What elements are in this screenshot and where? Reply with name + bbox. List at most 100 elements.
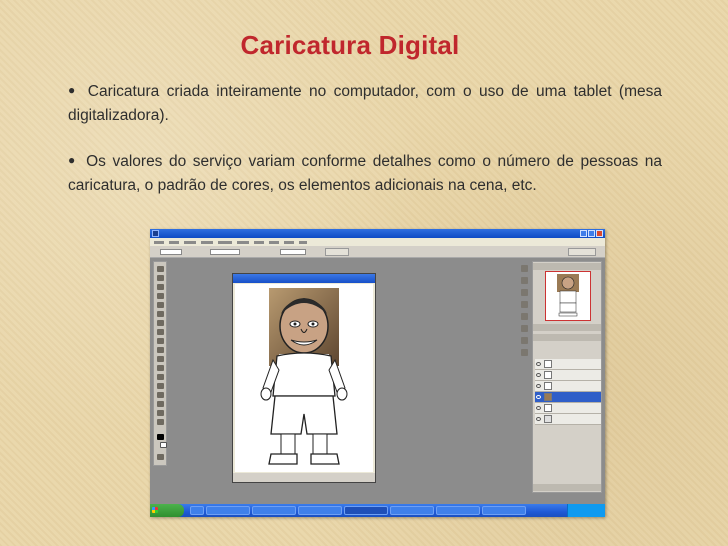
tool-icon[interactable] (157, 293, 164, 299)
menu-bar (150, 238, 605, 246)
minimize-icon[interactable] (580, 230, 587, 237)
layer-thumbnail (544, 415, 552, 423)
layers-panel-tab[interactable] (533, 334, 601, 341)
taskbar-button[interactable] (190, 506, 204, 515)
eye-icon[interactable] (536, 406, 541, 410)
eye-icon[interactable] (536, 395, 541, 399)
tool-icon[interactable] (157, 365, 164, 371)
photoshop-logo-icon (152, 230, 159, 237)
tools-palette (153, 261, 167, 466)
layers-footer-buttons[interactable] (533, 484, 601, 491)
menu-item[interactable] (201, 241, 213, 244)
tool-icon[interactable] (157, 320, 164, 326)
menu-item[interactable] (269, 241, 279, 244)
palette-icon[interactable] (521, 325, 528, 332)
document-titlebar (233, 274, 375, 283)
canvas[interactable] (235, 284, 373, 472)
menu-item[interactable] (184, 241, 196, 244)
menu-item[interactable] (154, 241, 164, 244)
menu-item[interactable] (254, 241, 264, 244)
tool-icon[interactable] (157, 347, 164, 353)
layer-thumbnail (544, 404, 552, 412)
tool-icon[interactable] (157, 284, 164, 290)
start-button[interactable] (150, 504, 184, 517)
navigator-thumbnail[interactable] (545, 271, 591, 321)
palette-well[interactable] (568, 248, 596, 256)
eye-icon[interactable] (536, 373, 541, 377)
caricature-artwork (260, 288, 348, 465)
option-button[interactable] (325, 248, 349, 256)
taskbar-button-active[interactable] (344, 506, 388, 515)
zoom-row[interactable] (533, 324, 601, 331)
taskbar-button[interactable] (436, 506, 480, 515)
navigator-panel-tab[interactable] (533, 263, 601, 270)
bullet-icon: ● (68, 153, 78, 167)
tool-icon[interactable] (157, 392, 164, 398)
menu-item[interactable] (299, 241, 307, 244)
tool-icon[interactable] (157, 266, 164, 272)
foreground-color-swatch[interactable] (157, 434, 164, 440)
layer-row-selected[interactable] (535, 392, 601, 403)
layer-thumbnail (544, 360, 552, 368)
lock-row (533, 350, 601, 357)
palette-icon[interactable] (521, 265, 528, 272)
close-icon[interactable] (596, 230, 603, 237)
taskbar-button[interactable] (482, 506, 526, 515)
menu-item[interactable] (169, 241, 179, 244)
bullet-paragraph-2: ● Os valores do serviço variam conforme … (68, 148, 662, 198)
option-field[interactable] (160, 249, 182, 255)
maximize-icon[interactable] (588, 230, 595, 237)
windows-taskbar (150, 504, 605, 517)
taskbar-button[interactable] (390, 506, 434, 515)
layer-row[interactable] (535, 403, 601, 414)
layer-row[interactable] (535, 381, 601, 392)
tool-icon[interactable] (157, 383, 164, 389)
option-field[interactable] (280, 249, 306, 255)
tool-icon[interactable] (157, 356, 164, 362)
eye-icon[interactable] (536, 362, 541, 366)
tool-icon[interactable] (157, 410, 164, 416)
tool-icon[interactable] (157, 329, 164, 335)
option-field[interactable] (210, 249, 240, 255)
layer-row[interactable] (535, 370, 601, 381)
tool-icon[interactable] (157, 374, 164, 380)
tool-icon[interactable] (157, 302, 164, 308)
tool-icon[interactable] (157, 275, 164, 281)
bullet-icon: ● (68, 83, 79, 97)
menu-item[interactable] (284, 241, 294, 244)
navigator-preview (557, 274, 579, 317)
taskbar-button[interactable] (206, 506, 250, 515)
layer-thumbnail (544, 382, 552, 390)
palette-icon[interactable] (521, 313, 528, 320)
eye-icon[interactable] (536, 384, 541, 388)
tool-icon[interactable] (157, 454, 164, 460)
photoshop-screenshot (150, 229, 605, 517)
options-bar (150, 246, 605, 258)
tool-icon[interactable] (157, 311, 164, 317)
tool-icon[interactable] (157, 401, 164, 407)
palette-icon[interactable] (521, 277, 528, 284)
windows-flag-icon (152, 507, 158, 513)
taskbar-button[interactable] (252, 506, 296, 515)
blend-mode-row[interactable] (533, 342, 601, 349)
palette-icon[interactable] (521, 289, 528, 296)
menu-item[interactable] (218, 241, 232, 244)
taskbar-button[interactable] (298, 506, 342, 515)
palette-icon[interactable] (521, 349, 528, 356)
window-controls (580, 230, 603, 237)
bullet-paragraph-1: ● Caricatura criada inteiramente no comp… (68, 78, 662, 128)
menu-item[interactable] (237, 241, 249, 244)
layer-row[interactable] (535, 359, 601, 370)
right-panels (532, 261, 602, 493)
system-tray (567, 504, 605, 517)
palette-icon[interactable] (521, 337, 528, 344)
document-status-bar (233, 473, 375, 482)
layer-row[interactable] (535, 414, 601, 425)
tool-icon[interactable] (157, 419, 164, 425)
layer-thumbnail (544, 393, 552, 401)
tool-icon[interactable] (157, 338, 164, 344)
palette-icon[interactable] (521, 301, 528, 308)
background-color-swatch[interactable] (160, 442, 167, 448)
layer-thumbnail (544, 371, 552, 379)
eye-icon[interactable] (536, 417, 541, 421)
